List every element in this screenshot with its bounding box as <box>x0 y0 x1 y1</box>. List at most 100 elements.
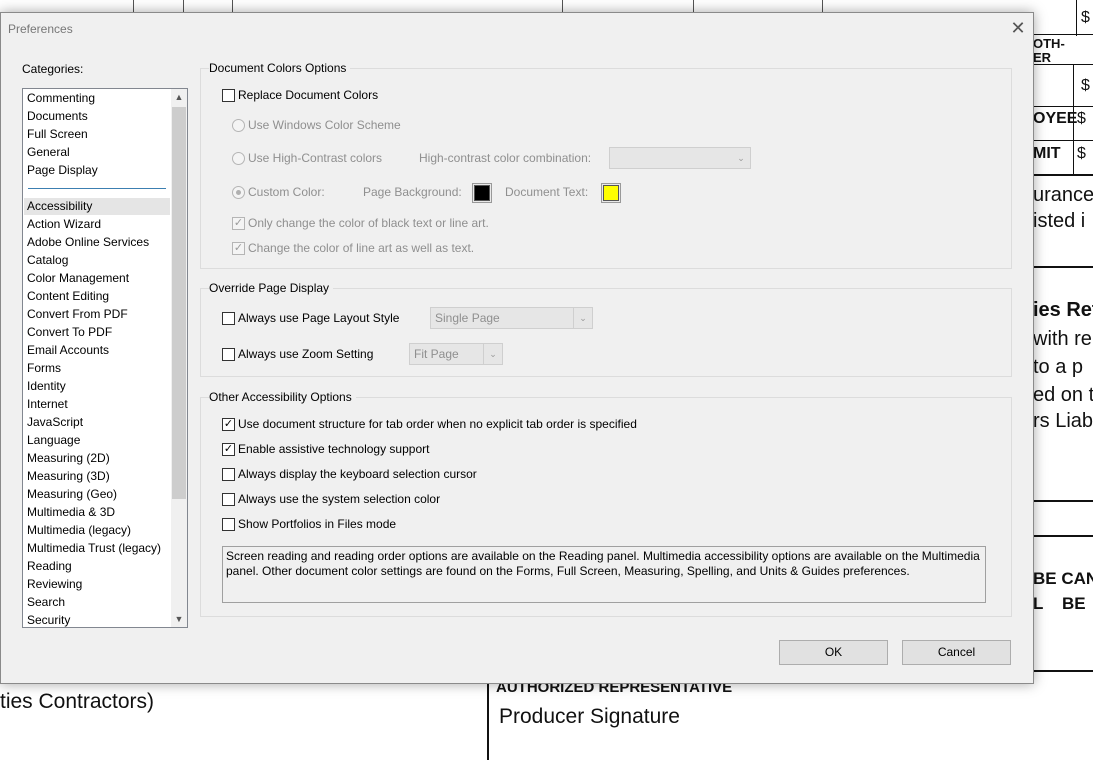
zoom-setting-value: Fit Page <box>414 347 459 361</box>
page-layout-checkbox[interactable] <box>222 312 235 325</box>
accessibility-option-checkbox[interactable] <box>222 518 235 531</box>
replace-colors-checkbox[interactable] <box>222 89 235 102</box>
category-item[interactable]: Content Editing <box>27 289 109 303</box>
background-top-cells <box>0 0 1093 12</box>
category-item[interactable]: Commenting <box>27 91 95 105</box>
document-text-swatch-button[interactable] <box>601 183 621 203</box>
category-item[interactable]: Forms <box>27 361 61 375</box>
category-item[interactable]: Convert To PDF <box>27 325 112 339</box>
bg-fragment: OYEE <box>1033 110 1078 127</box>
category-item[interactable]: General <box>27 145 70 159</box>
bg-producer-signature: Producer Signature <box>499 705 680 728</box>
category-item[interactable]: Measuring (Geo) <box>27 487 117 501</box>
category-item[interactable]: Documents <box>27 109 88 123</box>
category-item[interactable]: Email Accounts <box>27 343 109 357</box>
accessibility-option-checkbox[interactable] <box>222 493 235 506</box>
category-item[interactable]: Action Wizard <box>27 217 101 231</box>
accessibility-option-label: Use document structure for tab order whe… <box>238 417 637 431</box>
category-item[interactable]: Reading <box>27 559 72 573</box>
hc-combination-label: High-contrast color combination: <box>419 151 592 165</box>
bg-fragment: $ <box>1077 145 1086 162</box>
accessibility-option-checkbox[interactable]: ✓ <box>222 418 235 431</box>
scroll-down-icon[interactable]: ▼ <box>171 611 187 627</box>
accessibility-option-label: Show Portfolios in Files mode <box>238 517 397 531</box>
document-colors-title: Document Colors Options <box>209 61 351 75</box>
categories-list[interactable]: Commenting Documents Full Screen General Pag… <box>22 88 188 628</box>
categories-label: Categories: <box>22 62 84 76</box>
bg-fragment: ER <box>1033 50 1052 62</box>
custom-color-radio[interactable] <box>232 186 245 199</box>
category-item[interactable]: Multimedia & 3D <box>27 505 115 519</box>
high-contrast-radio[interactable] <box>232 152 245 165</box>
scroll-up-icon[interactable]: ▲ <box>171 89 187 105</box>
accessibility-option-label: Always use the system selection color <box>238 492 441 506</box>
category-item[interactable]: Multimedia Trust (legacy) <box>27 541 161 555</box>
page-layout-label: Always use Page Layout Style <box>238 311 400 325</box>
category-item[interactable]: JavaScript <box>27 415 83 429</box>
background-right-column: $ OTH- ER $ OYEE $ MIT $ urance isted i … <box>1033 0 1093 760</box>
line-art-checkbox[interactable]: ✓ <box>232 242 245 255</box>
category-separator <box>28 188 166 189</box>
scroll-thumb[interactable] <box>172 107 186 499</box>
close-icon[interactable]: ✕ <box>1007 18 1029 38</box>
chevron-down-icon: ⌄ <box>483 344 502 364</box>
category-item[interactable]: Measuring (3D) <box>27 469 110 483</box>
chevron-down-icon: ⌄ <box>737 153 745 163</box>
accessibility-option-checkbox[interactable]: ✓ <box>222 443 235 456</box>
override-page-display-group <box>200 288 1012 377</box>
page-background-label: Page Background: <box>363 185 462 199</box>
bg-fragment: BE CAN <box>1033 569 1093 588</box>
zoom-setting-select[interactable]: Fit Page ⌄ <box>409 343 503 365</box>
window-title: Preferences <box>8 22 73 36</box>
category-item[interactable]: Multimedia (legacy) <box>27 523 131 537</box>
bg-fragment: rs Liab <box>1033 410 1093 432</box>
category-item[interactable]: Catalog <box>27 253 68 267</box>
windows-scheme-radio[interactable] <box>232 119 245 132</box>
document-text-swatch <box>603 185 619 201</box>
bg-fragment: with re <box>1033 328 1092 350</box>
category-item[interactable]: Accessibility <box>27 199 92 213</box>
other-accessibility-title: Other Accessibility Options <box>209 390 356 404</box>
categories-scrollbar[interactable]: ▲ ▼ <box>171 89 187 627</box>
black-text-checkbox[interactable]: ✓ <box>232 217 245 230</box>
bg-fragment: isted i <box>1033 210 1086 232</box>
category-item[interactable]: Identity <box>27 379 66 393</box>
category-item[interactable]: Internet <box>27 397 68 411</box>
bg-fragment: L BE <box>1033 594 1086 613</box>
ok-button[interactable]: OK <box>779 640 888 665</box>
bg-fragment: urance <box>1033 184 1093 206</box>
zoom-setting-checkbox[interactable] <box>222 348 235 361</box>
zoom-setting-label: Always use Zoom Setting <box>238 347 374 361</box>
category-item[interactable]: Full Screen <box>27 127 88 141</box>
category-item[interactable]: Measuring (2D) <box>27 451 110 465</box>
bg-fragment: to a p <box>1033 356 1084 378</box>
bg-fragment: $ <box>1081 77 1090 94</box>
category-item[interactable]: Reviewing <box>27 577 82 591</box>
accessibility-option-checkbox[interactable] <box>222 468 235 481</box>
custom-color-label: Custom Color: <box>248 185 325 199</box>
line-art-label: Change the color of line art as well as … <box>248 241 475 255</box>
page-background-swatch-button[interactable] <box>472 183 492 203</box>
replace-colors-label: Replace Document Colors <box>238 88 379 102</box>
hc-combination-select[interactable]: ⌄ <box>609 147 751 169</box>
category-item[interactable]: Convert From PDF <box>27 307 128 321</box>
bg-fragment: OTH- <box>1033 36 1065 51</box>
accessibility-info-note: Screen reading and reading order options… <box>222 546 986 603</box>
page-layout-value: Single Page <box>435 311 500 325</box>
bg-bottom-left-text: ties Contractors) <box>0 690 155 713</box>
bg-fragment: ed on th <box>1033 384 1093 406</box>
black-text-label: Only change the color of black text or l… <box>248 216 489 230</box>
document-text-label: Document Text: <box>505 185 589 199</box>
page-layout-select[interactable]: Single Page ⌄ <box>430 307 593 329</box>
cancel-button[interactable]: Cancel <box>902 640 1011 665</box>
category-item[interactable]: Security <box>27 613 70 627</box>
category-item[interactable]: Search <box>27 595 65 609</box>
category-item[interactable]: Language <box>27 433 80 447</box>
category-item[interactable]: Page Display <box>27 163 98 177</box>
override-page-display-title: Override Page Display <box>209 281 334 295</box>
category-item[interactable]: Color Management <box>27 271 129 285</box>
bg-fragment: $ <box>1081 9 1090 26</box>
high-contrast-label: Use High-Contrast colors <box>248 151 383 165</box>
accessibility-option-label: Always display the keyboard selection cu… <box>238 467 477 481</box>
category-item[interactable]: Adobe Online Services <box>27 235 149 249</box>
